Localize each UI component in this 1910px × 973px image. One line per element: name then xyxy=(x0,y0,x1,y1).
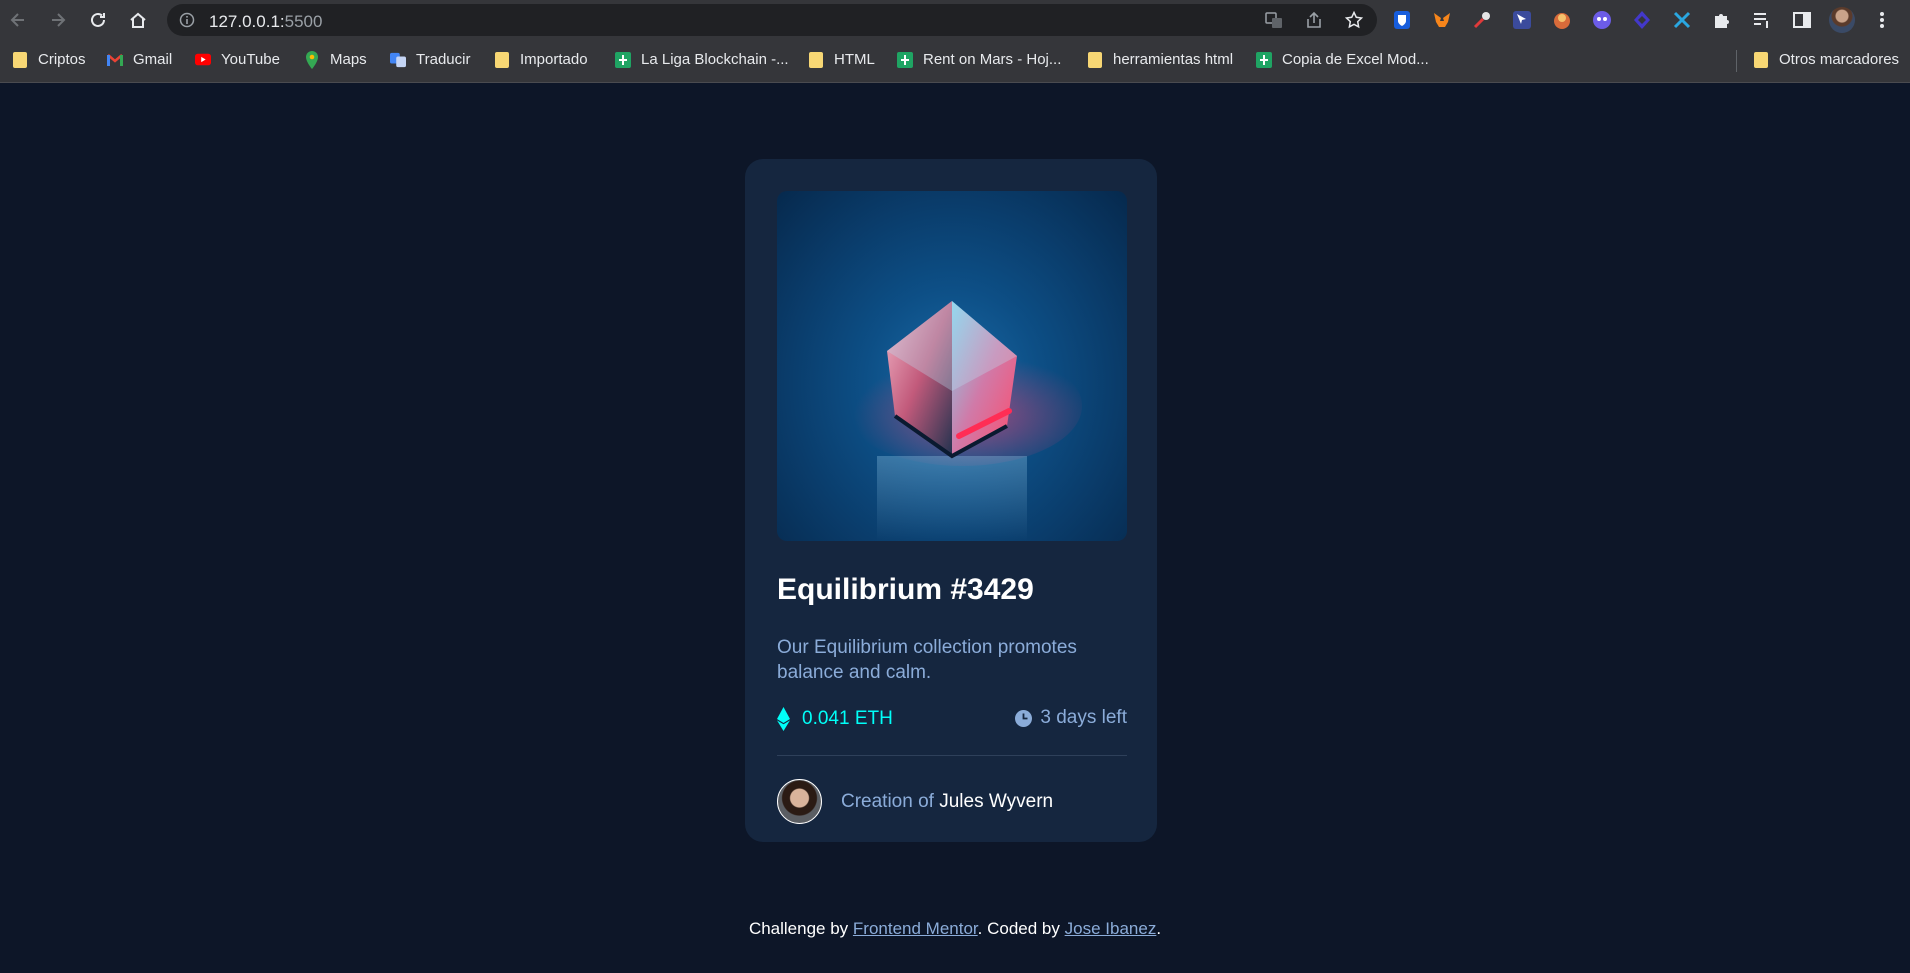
sheets-icon xyxy=(897,51,913,68)
price-value: 0.041 ETH xyxy=(802,708,893,729)
bookmark-label: Otros marcadores xyxy=(1779,51,1900,68)
bookmark-label: La Liga Blockchain -... xyxy=(641,51,789,68)
creator-avatar xyxy=(777,779,822,824)
diamond-extension-icon[interactable] xyxy=(1628,6,1656,34)
cursor-extension-icon[interactable] xyxy=(1508,6,1536,34)
translate-page-icon[interactable] xyxy=(1261,10,1287,30)
nft-card: Equilibrium #3429 Our Equilibrium collec… xyxy=(745,159,1157,842)
time-remaining: 3 days left xyxy=(1015,707,1127,729)
bookmark-importado[interactable]: Importado xyxy=(494,51,588,68)
reload-button[interactable] xyxy=(84,6,112,34)
back-arrow-icon xyxy=(10,13,24,27)
gmail-icon xyxy=(107,52,123,68)
creator-prefix: Creation of xyxy=(841,790,934,812)
url-host: 127.0.0.1: xyxy=(209,12,285,31)
bookmark-label: Gmail xyxy=(133,51,173,68)
reload-icon xyxy=(91,12,105,27)
share-icon[interactable] xyxy=(1301,10,1327,30)
folder-icon xyxy=(12,51,28,68)
bookmark-label: Copia de Excel Mod... xyxy=(1282,51,1429,68)
bookmark-label: Importado xyxy=(520,51,588,68)
x-extension-icon[interactable] xyxy=(1668,6,1696,34)
bookmark-label: Criptos xyxy=(38,51,86,68)
challenge-by-text: Challenge by xyxy=(748,919,849,938)
frontend-mentor-link[interactable]: Frontend Mentor xyxy=(853,919,978,938)
maps-icon xyxy=(304,50,320,69)
puzzle-extensions-icon[interactable] xyxy=(1708,6,1736,34)
bitwarden-extension-icon[interactable] xyxy=(1388,6,1416,34)
home-button[interactable] xyxy=(124,6,152,34)
ghost-extension-icon[interactable] xyxy=(1588,6,1616,34)
bookmark-copia-de-excel[interactable]: Copia de Excel Mod... xyxy=(1256,51,1429,68)
sheets-icon xyxy=(1256,51,1272,68)
equilibrium-image[interactable] xyxy=(777,191,1127,541)
price-row: 0.041 ETH 3 days left xyxy=(777,707,1127,735)
price: 0.041 ETH xyxy=(777,707,893,731)
sheets-icon xyxy=(615,51,631,68)
youtube-icon xyxy=(195,52,211,68)
bookmark-label: YouTube xyxy=(221,51,280,68)
crystal-cube-illustration xyxy=(842,301,1082,541)
attribution: Challenge by Frontend Mentor. Coded by J… xyxy=(0,919,1910,939)
back-button[interactable] xyxy=(4,6,32,34)
bookmarks-divider xyxy=(1736,50,1737,72)
coded-by-text: . Coded by xyxy=(977,919,1060,938)
bookmark-star-icon[interactable] xyxy=(1341,10,1367,30)
time-value: 3 days left xyxy=(1040,707,1127,728)
metamask-extension-icon[interactable] xyxy=(1428,6,1456,34)
bookmark-otros-marcadores[interactable]: Otros marcadores xyxy=(1753,51,1899,68)
bookmark-criptos[interactable]: Criptos xyxy=(12,51,86,68)
folder-icon xyxy=(1087,51,1103,68)
folder-icon xyxy=(1753,51,1769,68)
reading-list-icon[interactable] xyxy=(1748,6,1776,34)
forward-arrow-icon xyxy=(52,13,66,27)
url-port: 5500 xyxy=(284,12,323,31)
side-panel-icon[interactable] xyxy=(1788,6,1816,34)
ethereum-icon xyxy=(777,707,790,731)
site-info-icon[interactable] xyxy=(179,12,195,33)
author-link[interactable]: Jose Ibanez xyxy=(1065,919,1157,938)
folder-icon xyxy=(494,51,510,68)
bookmark-label: Traducir xyxy=(416,51,471,68)
bookmark-youtube[interactable]: YouTube xyxy=(195,51,280,68)
bookmarks-bar: Criptos Gmail YouTube Maps Traducir Impo… xyxy=(0,40,1910,83)
card-title[interactable]: Equilibrium #3429 xyxy=(777,573,1034,607)
bookmark-traducir[interactable]: Traducir xyxy=(390,51,470,68)
card-divider xyxy=(777,755,1127,756)
address-bar[interactable]: 127.0.0.1:5500 xyxy=(167,4,1377,36)
extensions-bar xyxy=(1388,6,1896,34)
bookmark-rent-on-mars[interactable]: Rent on Mars - Hoj... xyxy=(897,51,1061,68)
card-description: Our Equilibrium collection promotes bala… xyxy=(777,637,1077,683)
creator-text: Creation of Jules Wyvern xyxy=(841,791,1053,813)
forward-button[interactable] xyxy=(44,6,72,34)
bookmark-html[interactable]: HTML xyxy=(808,51,875,68)
fox-extension-icon[interactable] xyxy=(1548,6,1576,34)
key-extension-icon[interactable] xyxy=(1468,6,1496,34)
browser-toolbar: 127.0.0.1:5500 xyxy=(0,0,1910,40)
bookmark-label: herramientas html xyxy=(1113,51,1234,68)
clock-icon xyxy=(1015,709,1033,727)
attribution-end: . xyxy=(1156,919,1162,938)
bookmark-gmail[interactable]: Gmail xyxy=(107,51,172,68)
profile-avatar[interactable] xyxy=(1828,6,1856,34)
home-icon xyxy=(130,12,146,28)
creator-row: Creation of Jules Wyvern xyxy=(777,779,1053,824)
bookmark-label: Rent on Mars - Hoj... xyxy=(923,51,1062,68)
folder-icon xyxy=(808,51,824,68)
creator-name-link[interactable]: Jules Wyvern xyxy=(939,791,1053,812)
bookmark-label: HTML xyxy=(834,51,875,68)
bookmark-la-liga-blockchain[interactable]: La Liga Blockchain -... xyxy=(615,51,789,68)
bookmark-label: Maps xyxy=(330,51,367,68)
translate-icon xyxy=(390,52,406,68)
bookmark-herramientas-html[interactable]: herramientas html xyxy=(1087,51,1233,68)
bookmark-maps[interactable]: Maps xyxy=(304,50,367,69)
url-text: 127.0.0.1:5500 xyxy=(209,12,322,32)
menu-kebab-icon[interactable] xyxy=(1868,6,1896,34)
